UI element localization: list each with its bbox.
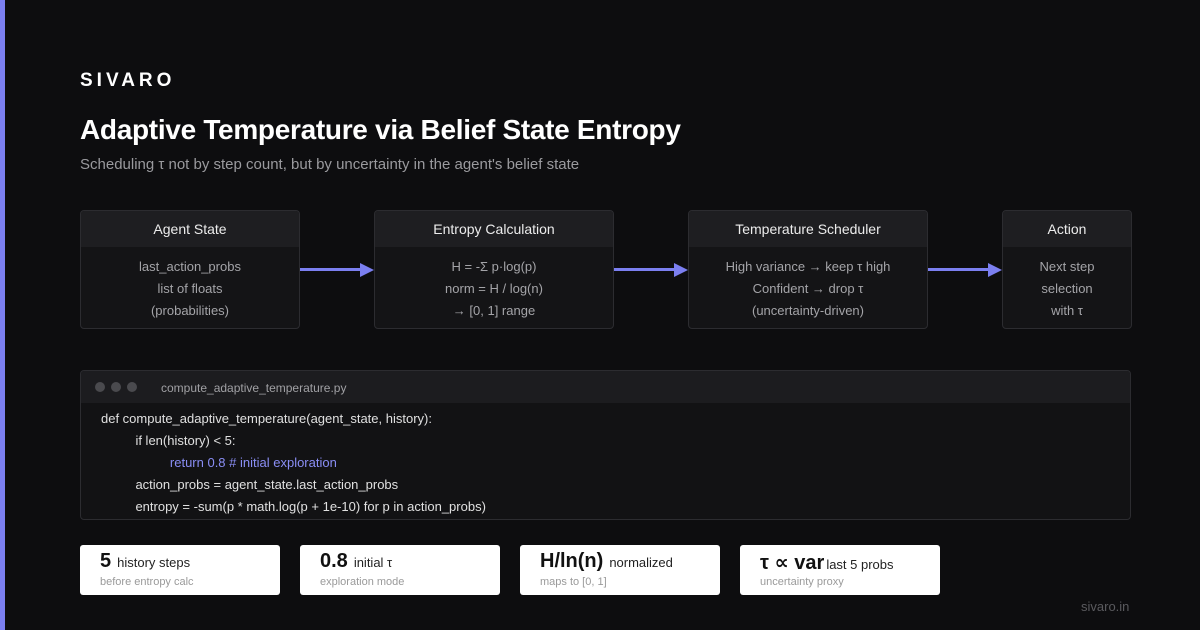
flow-box-line: → [0, 1] range: [452, 303, 536, 318]
code-line: return 0.8 # initial exploration: [141, 455, 337, 470]
footer-domain: sivaro.in: [1081, 599, 1130, 614]
stat-label: last 5 probs: [826, 557, 894, 572]
code-panel: compute_adaptive_temperature.py def comp…: [80, 370, 1131, 520]
flow-arrow-3: [928, 263, 1002, 277]
flow-box-line: list of floats: [157, 281, 223, 296]
flow-box-entropy-calculation: Entropy Calculation H = -Σ p·log(p) norm…: [374, 210, 614, 329]
window-dot-icon: [127, 382, 137, 392]
stat-caption: maps to [0, 1]: [540, 576, 607, 588]
stat-value: H/ln(n): [540, 550, 604, 572]
code-line: entropy = -sum(p * math.log(p + 1e-10) f…: [121, 499, 486, 514]
accent-bar: [0, 0, 5, 630]
page-title: Adaptive Temperature via Belief State En…: [80, 114, 681, 145]
flow-box-line: Confident → drop τ: [752, 281, 864, 296]
flow-box-agent-state: Agent State last_action_probs list of fl…: [80, 210, 300, 329]
window-dot-icon: [111, 382, 121, 392]
flow-box-line: (uncertainty-driven): [752, 303, 864, 318]
code-body: def compute_adaptive_temperature(agent_s…: [81, 403, 1130, 518]
flow-box-line: (probabilities): [150, 303, 230, 318]
stat-label: normalized: [609, 555, 673, 570]
flow-box-line: High variance → keep τ high: [725, 259, 891, 274]
stat-value: 5: [100, 550, 112, 572]
stat-label: history steps: [117, 555, 191, 570]
code-line: def compute_adaptive_temperature(agent_s…: [101, 411, 432, 426]
flow-box-title: Temperature Scheduler: [689, 211, 927, 247]
flow-box-title: Agent State: [81, 211, 299, 247]
flow-box-line: last_action_probs: [139, 259, 241, 274]
stat-value: 0.8: [320, 550, 348, 572]
stat-card-initial-tau: 0.8 initial τ exploration mode: [300, 545, 500, 595]
code-panel-titlebar: compute_adaptive_temperature.py: [81, 371, 1130, 403]
stat-caption: exploration mode: [320, 576, 405, 588]
stat-label: initial τ: [353, 555, 393, 570]
flow-box-title: Action: [1003, 211, 1131, 247]
flow-arrow-1: [300, 263, 374, 277]
flow-box-line: norm = H / log(n): [445, 281, 543, 296]
brand-logo: SIVARO: [80, 70, 176, 91]
stat-card-uncertainty-proxy: τ ∝ var last 5 probs uncertainty proxy: [740, 545, 940, 595]
flow-box-line: with τ: [1051, 303, 1083, 318]
stat-caption: uncertainty proxy: [760, 576, 844, 588]
flow-box-temperature-scheduler: Temperature Scheduler High variance → ke…: [688, 210, 928, 329]
stat-caption: before entropy calc: [100, 576, 194, 588]
flow-box-line: selection: [1041, 281, 1093, 296]
flow-box-action: Action Next step selection with τ: [1002, 210, 1132, 329]
flow-box-title: Entropy Calculation: [375, 211, 613, 247]
window-dot-icon: [95, 382, 105, 392]
flow-box-line: Next step: [1039, 259, 1095, 274]
flow-arrow-2: [614, 263, 688, 277]
code-line: action_probs = agent_state.last_action_p…: [121, 477, 399, 492]
stat-card-history-steps: 5 history steps before entropy calc: [80, 545, 280, 595]
stat-card-normalized: H/ln(n) normalized maps to [0, 1]: [520, 545, 720, 595]
code-line: if len(history) < 5:: [121, 433, 236, 448]
stat-value: τ ∝ var: [760, 552, 825, 574]
code-filename: compute_adaptive_temperature.py: [161, 381, 347, 395]
flow-box-line: H = -Σ p·log(p): [451, 259, 537, 274]
page-subtitle: Scheduling τ not by step count, but by u…: [80, 156, 580, 173]
